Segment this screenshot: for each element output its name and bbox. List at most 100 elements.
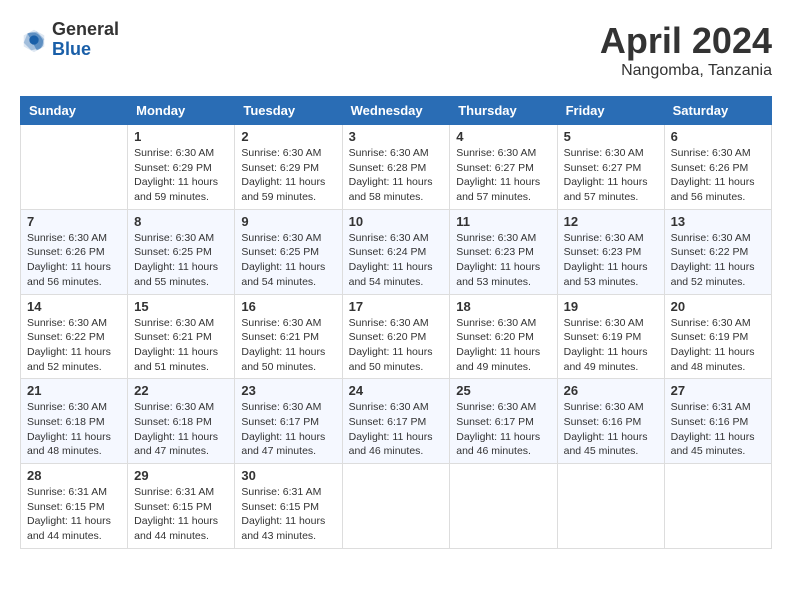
- day-info: Sunrise: 6:31 AMSunset: 6:15 PMDaylight:…: [241, 485, 335, 544]
- calendar-cell: 27 Sunrise: 6:31 AMSunset: 6:16 PMDaylig…: [664, 379, 771, 464]
- calendar-header-sunday: Sunday: [21, 97, 128, 125]
- day-info: Sunrise: 6:30 AMSunset: 6:29 PMDaylight:…: [134, 146, 228, 205]
- calendar-cell: 21 Sunrise: 6:30 AMSunset: 6:18 PMDaylig…: [21, 379, 128, 464]
- day-number: 5: [564, 129, 658, 144]
- calendar-cell: 15 Sunrise: 6:30 AMSunset: 6:21 PMDaylig…: [128, 294, 235, 379]
- calendar-cell: 1 Sunrise: 6:30 AMSunset: 6:29 PMDayligh…: [128, 125, 235, 210]
- calendar-cell: 30 Sunrise: 6:31 AMSunset: 6:15 PMDaylig…: [235, 464, 342, 549]
- day-info: Sunrise: 6:30 AMSunset: 6:22 PMDaylight:…: [671, 231, 765, 290]
- calendar-header-tuesday: Tuesday: [235, 97, 342, 125]
- calendar-cell: 17 Sunrise: 6:30 AMSunset: 6:20 PMDaylig…: [342, 294, 450, 379]
- day-info: Sunrise: 6:30 AMSunset: 6:17 PMDaylight:…: [241, 400, 335, 459]
- day-info: Sunrise: 6:30 AMSunset: 6:23 PMDaylight:…: [456, 231, 550, 290]
- day-number: 27: [671, 383, 765, 398]
- day-number: 12: [564, 214, 658, 229]
- calendar-cell: 23 Sunrise: 6:30 AMSunset: 6:17 PMDaylig…: [235, 379, 342, 464]
- calendar-cell: 10 Sunrise: 6:30 AMSunset: 6:24 PMDaylig…: [342, 209, 450, 294]
- calendar-cell: 24 Sunrise: 6:30 AMSunset: 6:17 PMDaylig…: [342, 379, 450, 464]
- calendar-cell: 25 Sunrise: 6:30 AMSunset: 6:17 PMDaylig…: [450, 379, 557, 464]
- day-number: 23: [241, 383, 335, 398]
- calendar-header-monday: Monday: [128, 97, 235, 125]
- calendar-week-row: 14 Sunrise: 6:30 AMSunset: 6:22 PMDaylig…: [21, 294, 772, 379]
- calendar-cell: 16 Sunrise: 6:30 AMSunset: 6:21 PMDaylig…: [235, 294, 342, 379]
- day-number: 3: [349, 129, 444, 144]
- day-info: Sunrise: 6:30 AMSunset: 6:24 PMDaylight:…: [349, 231, 444, 290]
- day-number: 20: [671, 299, 765, 314]
- day-info: Sunrise: 6:30 AMSunset: 6:22 PMDaylight:…: [27, 316, 121, 375]
- day-info: Sunrise: 6:30 AMSunset: 6:27 PMDaylight:…: [564, 146, 658, 205]
- day-number: 14: [27, 299, 121, 314]
- calendar-cell: 3 Sunrise: 6:30 AMSunset: 6:28 PMDayligh…: [342, 125, 450, 210]
- calendar-cell: 18 Sunrise: 6:30 AMSunset: 6:20 PMDaylig…: [450, 294, 557, 379]
- day-number: 15: [134, 299, 228, 314]
- location-title: Nangomba, Tanzania: [600, 62, 772, 80]
- day-number: 21: [27, 383, 121, 398]
- header: General Blue April 2024 Nangomba, Tanzan…: [20, 20, 772, 80]
- calendar-cell: [342, 464, 450, 549]
- month-title: April 2024: [600, 20, 772, 62]
- day-number: 7: [27, 214, 121, 229]
- calendar-cell: 8 Sunrise: 6:30 AMSunset: 6:25 PMDayligh…: [128, 209, 235, 294]
- day-number: 2: [241, 129, 335, 144]
- day-info: Sunrise: 6:30 AMSunset: 6:23 PMDaylight:…: [564, 231, 658, 290]
- day-number: 24: [349, 383, 444, 398]
- day-info: Sunrise: 6:30 AMSunset: 6:16 PMDaylight:…: [564, 400, 658, 459]
- day-number: 22: [134, 383, 228, 398]
- day-info: Sunrise: 6:31 AMSunset: 6:15 PMDaylight:…: [27, 485, 121, 544]
- calendar-cell: 28 Sunrise: 6:31 AMSunset: 6:15 PMDaylig…: [21, 464, 128, 549]
- day-info: Sunrise: 6:30 AMSunset: 6:18 PMDaylight:…: [134, 400, 228, 459]
- day-number: 4: [456, 129, 550, 144]
- calendar-cell: 13 Sunrise: 6:30 AMSunset: 6:22 PMDaylig…: [664, 209, 771, 294]
- day-number: 13: [671, 214, 765, 229]
- day-number: 16: [241, 299, 335, 314]
- day-info: Sunrise: 6:30 AMSunset: 6:21 PMDaylight:…: [241, 316, 335, 375]
- calendar-table: SundayMondayTuesdayWednesdayThursdayFrid…: [20, 96, 772, 549]
- calendar-cell: 5 Sunrise: 6:30 AMSunset: 6:27 PMDayligh…: [557, 125, 664, 210]
- logo: General Blue: [20, 20, 119, 60]
- day-info: Sunrise: 6:30 AMSunset: 6:21 PMDaylight:…: [134, 316, 228, 375]
- day-info: Sunrise: 6:30 AMSunset: 6:18 PMDaylight:…: [27, 400, 121, 459]
- day-number: 26: [564, 383, 658, 398]
- calendar-cell: 12 Sunrise: 6:30 AMSunset: 6:23 PMDaylig…: [557, 209, 664, 294]
- calendar-week-row: 7 Sunrise: 6:30 AMSunset: 6:26 PMDayligh…: [21, 209, 772, 294]
- day-info: Sunrise: 6:31 AMSunset: 6:15 PMDaylight:…: [134, 485, 228, 544]
- calendar-week-row: 28 Sunrise: 6:31 AMSunset: 6:15 PMDaylig…: [21, 464, 772, 549]
- day-info: Sunrise: 6:31 AMSunset: 6:16 PMDaylight:…: [671, 400, 765, 459]
- calendar-cell: 11 Sunrise: 6:30 AMSunset: 6:23 PMDaylig…: [450, 209, 557, 294]
- day-info: Sunrise: 6:30 AMSunset: 6:20 PMDaylight:…: [349, 316, 444, 375]
- calendar-header-row: SundayMondayTuesdayWednesdayThursdayFrid…: [21, 97, 772, 125]
- day-info: Sunrise: 6:30 AMSunset: 6:20 PMDaylight:…: [456, 316, 550, 375]
- day-info: Sunrise: 6:30 AMSunset: 6:28 PMDaylight:…: [349, 146, 444, 205]
- calendar-cell: 7 Sunrise: 6:30 AMSunset: 6:26 PMDayligh…: [21, 209, 128, 294]
- day-number: 1: [134, 129, 228, 144]
- day-info: Sunrise: 6:30 AMSunset: 6:27 PMDaylight:…: [456, 146, 550, 205]
- day-info: Sunrise: 6:30 AMSunset: 6:26 PMDaylight:…: [27, 231, 121, 290]
- calendar-cell: [557, 464, 664, 549]
- calendar-header-friday: Friday: [557, 97, 664, 125]
- calendar-cell: 4 Sunrise: 6:30 AMSunset: 6:27 PMDayligh…: [450, 125, 557, 210]
- calendar-cell: 19 Sunrise: 6:30 AMSunset: 6:19 PMDaylig…: [557, 294, 664, 379]
- day-number: 18: [456, 299, 550, 314]
- logo-text: General Blue: [52, 20, 119, 60]
- logo-icon: [20, 26, 48, 54]
- day-number: 25: [456, 383, 550, 398]
- calendar-header-saturday: Saturday: [664, 97, 771, 125]
- day-info: Sunrise: 6:30 AMSunset: 6:26 PMDaylight:…: [671, 146, 765, 205]
- title-area: April 2024 Nangomba, Tanzania: [600, 20, 772, 80]
- calendar-cell: 26 Sunrise: 6:30 AMSunset: 6:16 PMDaylig…: [557, 379, 664, 464]
- calendar-cell: [21, 125, 128, 210]
- day-number: 9: [241, 214, 335, 229]
- calendar-week-row: 1 Sunrise: 6:30 AMSunset: 6:29 PMDayligh…: [21, 125, 772, 210]
- day-number: 11: [456, 214, 550, 229]
- day-info: Sunrise: 6:30 AMSunset: 6:17 PMDaylight:…: [349, 400, 444, 459]
- calendar-cell: 20 Sunrise: 6:30 AMSunset: 6:19 PMDaylig…: [664, 294, 771, 379]
- day-info: Sunrise: 6:30 AMSunset: 6:25 PMDaylight:…: [241, 231, 335, 290]
- calendar-header-wednesday: Wednesday: [342, 97, 450, 125]
- calendar-cell: [664, 464, 771, 549]
- day-number: 30: [241, 468, 335, 483]
- day-number: 19: [564, 299, 658, 314]
- day-info: Sunrise: 6:30 AMSunset: 6:19 PMDaylight:…: [671, 316, 765, 375]
- day-info: Sunrise: 6:30 AMSunset: 6:25 PMDaylight:…: [134, 231, 228, 290]
- day-number: 6: [671, 129, 765, 144]
- calendar-cell: 14 Sunrise: 6:30 AMSunset: 6:22 PMDaylig…: [21, 294, 128, 379]
